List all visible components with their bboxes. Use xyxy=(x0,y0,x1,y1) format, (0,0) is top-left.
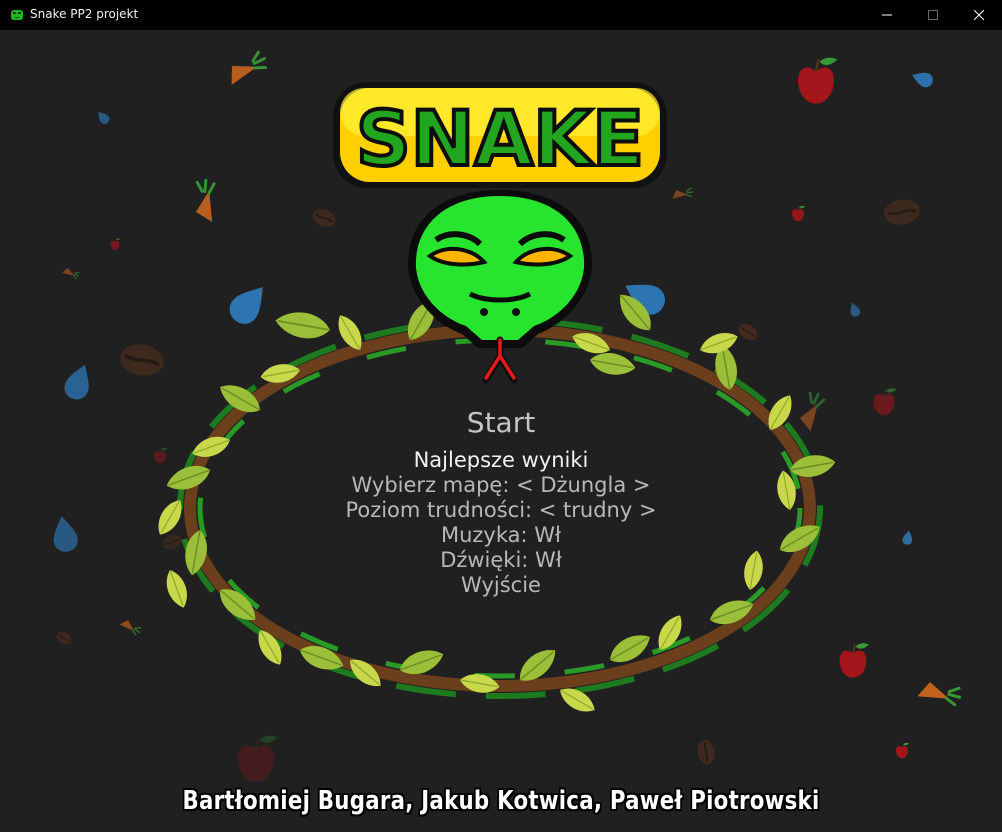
menu-item-difficulty[interactable]: Poziom trudności: < trudny > xyxy=(301,498,701,523)
logo-title: SNAKE xyxy=(356,94,644,183)
menu-item-music[interactable]: Muzyka: Wł xyxy=(301,523,701,548)
maximize-button[interactable] xyxy=(910,0,956,30)
main-menu: Start Najlepsze wyniki Wybierz mapę: < D… xyxy=(301,406,701,598)
menu-item-map-select[interactable]: Wybierz mapę: < Dżungla > xyxy=(301,473,701,498)
maximize-icon xyxy=(928,10,938,20)
menu-item-high-scores[interactable]: Najlepsze wyniki xyxy=(301,448,701,473)
authors-credits: Bartłomiej Bugara, Jakub Kotwica, Paweł … xyxy=(182,786,820,816)
game-canvas: SNAKE Start Najlepsze wyniki Wybierz map… xyxy=(0,30,1002,832)
snake-app-icon xyxy=(11,10,23,20)
menu-item-exit[interactable]: Wyjście xyxy=(301,573,701,598)
close-icon xyxy=(974,10,984,20)
title-bar[interactable]: Snake PP2 projekt xyxy=(0,0,1002,30)
window-title: Snake PP2 projekt xyxy=(30,7,139,21)
menu-item-start[interactable]: Start xyxy=(301,406,701,440)
minimize-icon xyxy=(882,14,892,16)
menu-item-sounds[interactable]: Dźwięki: Wł xyxy=(301,548,701,573)
close-button[interactable] xyxy=(956,0,1002,30)
minimize-button[interactable] xyxy=(864,0,910,30)
app-window: Snake PP2 projekt SNAKE Start Najlepsze … xyxy=(0,0,1002,832)
